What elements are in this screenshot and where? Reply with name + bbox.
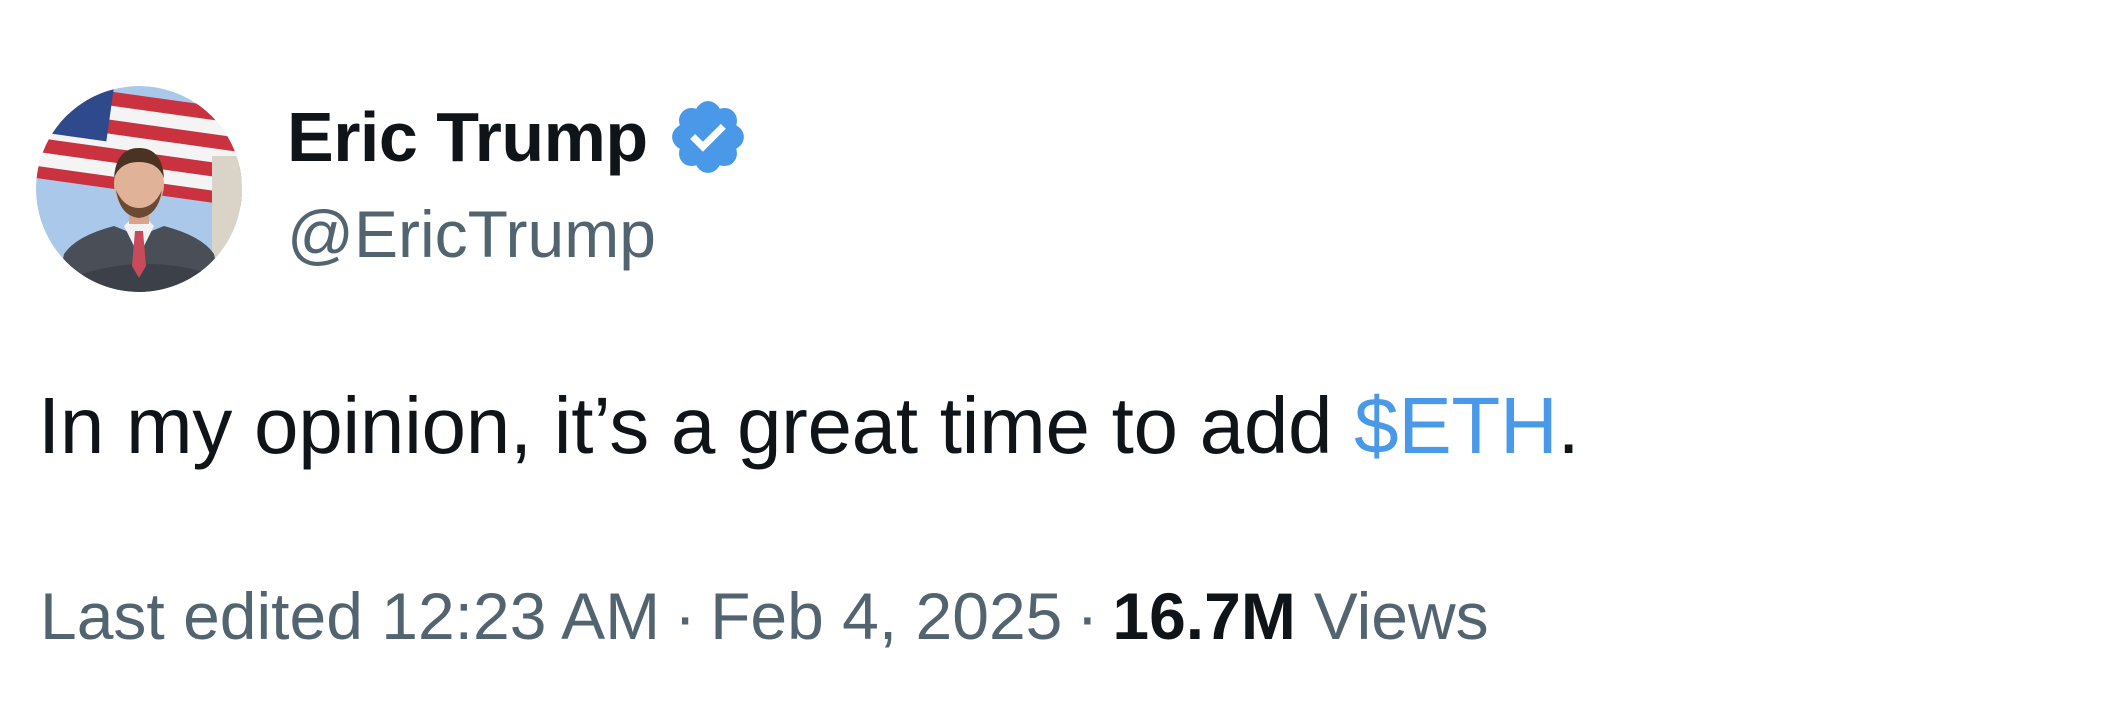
- author-name-row: Eric Trump: [287, 92, 750, 182]
- edited-timestamp[interactable]: Last edited 12:23 AM: [40, 578, 660, 654]
- author-display-name[interactable]: Eric Trump: [287, 97, 648, 177]
- tweet-text: In my opinion, it’s a great time to add …: [38, 380, 1580, 472]
- tweet-card: Eric Trump @EricTrump In my opinion, it’…: [0, 0, 2124, 720]
- avatar[interactable]: [36, 86, 242, 292]
- author-handle[interactable]: @EricTrump: [287, 196, 656, 272]
- meta-separator: ·: [1076, 579, 1099, 653]
- tweet-text-main: In my opinion, it’s a great time to add: [38, 381, 1355, 470]
- views-count: 16.7M: [1112, 579, 1296, 653]
- views-label: Views: [1313, 579, 1489, 653]
- cashtag-link[interactable]: $ETH: [1354, 381, 1558, 470]
- verified-badge-icon[interactable]: [666, 95, 750, 179]
- tweet-text-end: .: [1557, 381, 1580, 470]
- profile-photo-icon: [36, 86, 242, 292]
- tweet-meta: Last edited 12:23 AM · Feb 4, 2025 · 16.…: [40, 578, 1489, 654]
- tweet-date[interactable]: Feb 4, 2025: [710, 578, 1062, 654]
- meta-separator: ·: [674, 579, 697, 653]
